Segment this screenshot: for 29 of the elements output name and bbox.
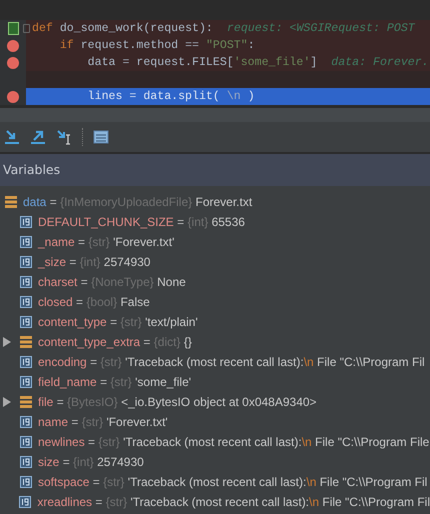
breakpoint-marker[interactable] bbox=[7, 56, 19, 68]
field-icon bbox=[20, 256, 32, 268]
step-out-icon[interactable] bbox=[30, 129, 46, 145]
step-into-icon[interactable] bbox=[4, 129, 20, 145]
field-icon bbox=[20, 376, 32, 388]
breakpoint-marker[interactable] bbox=[7, 90, 19, 102]
breakpoint-marker[interactable] bbox=[7, 40, 19, 52]
object-icon bbox=[5, 196, 17, 208]
step-into-my-code-icon[interactable] bbox=[56, 129, 72, 145]
calculator-icon[interactable] bbox=[93, 129, 109, 145]
field-icon bbox=[20, 236, 32, 248]
field-icon bbox=[20, 356, 32, 368]
field-icon bbox=[20, 476, 32, 488]
field-icon bbox=[20, 436, 32, 448]
inline-value-hint: request: <WSGIRequest: POST bbox=[226, 22, 415, 35]
file-marker-icon bbox=[8, 22, 18, 35]
field-icon bbox=[20, 296, 32, 308]
expand-arrow-icon[interactable] bbox=[3, 397, 11, 407]
object-icon bbox=[20, 336, 32, 348]
panel-title: Variables bbox=[0, 154, 430, 186]
field-icon bbox=[20, 216, 32, 228]
field-icon bbox=[20, 316, 32, 328]
field-icon bbox=[20, 276, 32, 288]
field-icon bbox=[19, 496, 32, 508]
field-icon bbox=[20, 456, 32, 468]
inline-value-hint: data: Forever. bbox=[331, 56, 429, 69]
field-icon bbox=[20, 416, 32, 428]
expand-arrow-icon[interactable] bbox=[3, 337, 11, 347]
object-icon bbox=[20, 396, 32, 408]
